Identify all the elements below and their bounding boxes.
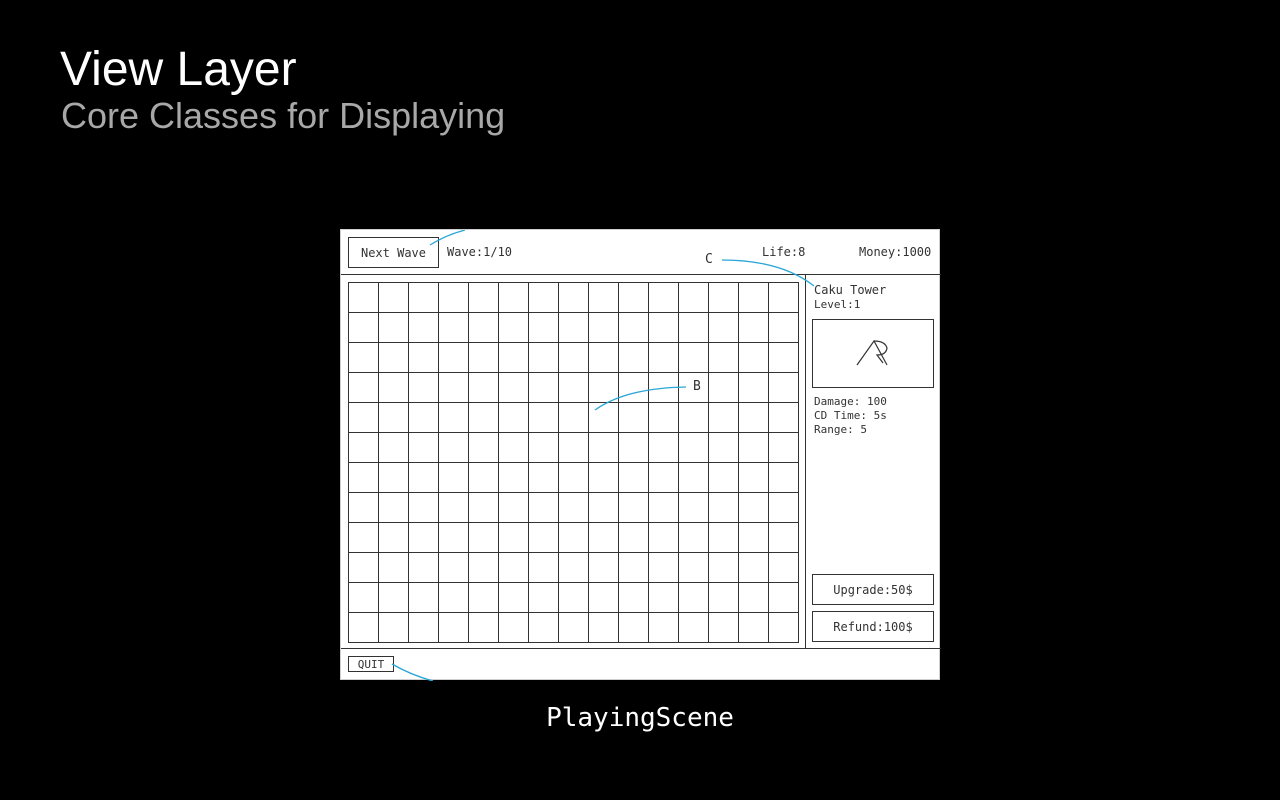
annotation-lines — [391, 230, 815, 681]
annotation-line-b — [594, 386, 687, 411]
annotation-line-c — [721, 259, 815, 287]
playing-scene-mockup: Next Wave Wave:1/10 Life:8 Money:1000 Ca… — [340, 229, 941, 681]
slide-title: View Layer — [60, 43, 297, 96]
annotation-line-next-wave — [429, 230, 466, 246]
scene-caption: PlayingScene — [546, 703, 734, 733]
slide-subtitle: Core Classes for Displaying — [61, 95, 506, 136]
annotation-line-quit — [391, 663, 434, 681]
